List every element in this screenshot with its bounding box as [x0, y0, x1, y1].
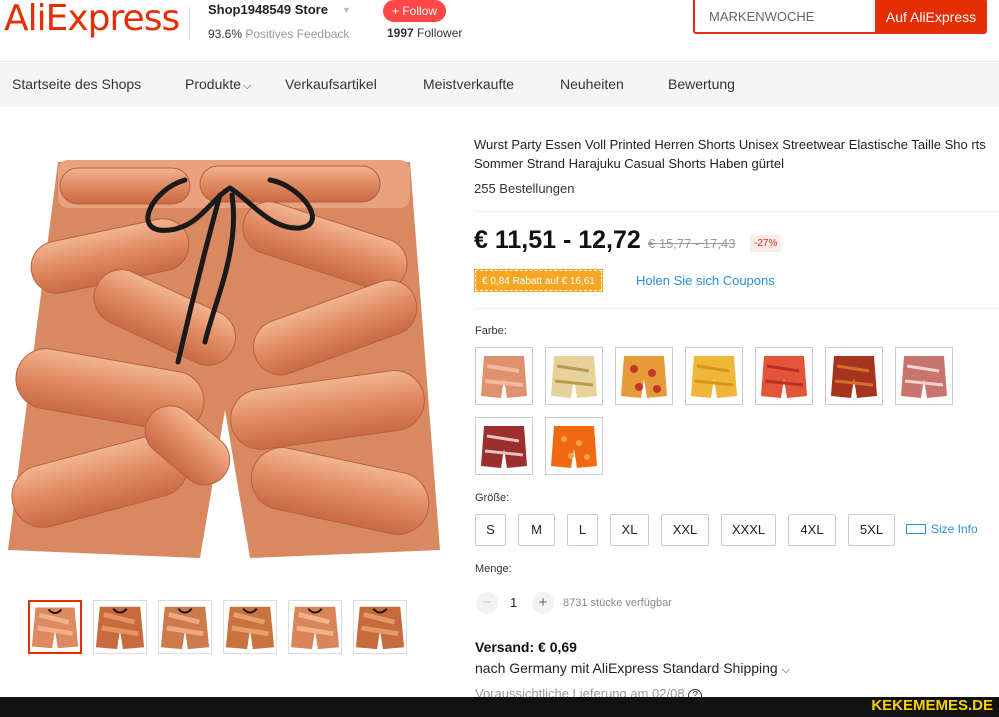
header-divider: [189, 6, 190, 40]
color-swatch[interactable]: [895, 347, 953, 405]
divider: [474, 308, 999, 309]
follow-button[interactable]: + Follow: [383, 0, 446, 22]
color-swatch[interactable]: [615, 347, 673, 405]
watermark: KEKEMEMES.DE: [871, 697, 993, 714]
size-option[interactable]: 5XL: [848, 514, 895, 546]
price-range: € 11,51 - 12,72: [474, 226, 641, 254]
watermark-bar: KEKEMEMES.DE: [0, 697, 999, 717]
size-option[interactable]: XL: [610, 514, 649, 546]
size-info-label: Size Info: [931, 522, 978, 536]
aliexpress-logo[interactable]: AliExpress: [4, 0, 180, 39]
search-button[interactable]: Auf AliExpress: [875, 0, 985, 32]
color-swatch[interactable]: [475, 347, 533, 405]
color-swatch[interactable]: [475, 417, 533, 475]
product-thumbnail[interactable]: [158, 600, 212, 654]
chevron-down-icon[interactable]: ▼: [342, 5, 351, 15]
product-thumbnail[interactable]: [288, 600, 342, 654]
followers-count: 1997: [387, 26, 414, 40]
nav-reviews[interactable]: Bewertung: [668, 76, 735, 92]
store-name[interactable]: Shop1948549 Store: [208, 2, 328, 17]
size-option[interactable]: L: [567, 514, 598, 546]
size-option[interactable]: S: [475, 514, 506, 546]
quantity-value[interactable]: 1: [510, 595, 517, 610]
product-thumbnail[interactable]: [223, 600, 277, 654]
product-thumbnail[interactable]: [93, 600, 147, 654]
size-option[interactable]: M: [518, 514, 555, 546]
search-input[interactable]: [695, 0, 875, 32]
product-thumbnail[interactable]: [353, 600, 407, 654]
followers: 1997 Follower: [387, 26, 462, 40]
stock-available: 8731 stücke verfügbar: [563, 597, 672, 609]
get-coupons-link[interactable]: Holen Sie sich Coupons: [636, 273, 775, 288]
quantity-increase-button[interactable]: +: [532, 592, 554, 614]
header: AliExpress Shop1948549 Store ▼ 93.6% Pos…: [0, 0, 999, 62]
product-thumbnail[interactable]: [28, 600, 82, 654]
feedback-label: Positives Feedback: [245, 27, 350, 41]
size-label: Größe:: [475, 492, 510, 504]
divider: [474, 211, 999, 212]
search-bar: Auf AliExpress: [693, 0, 987, 34]
store-feedback: 93.6% Positives Feedback: [208, 27, 349, 41]
nav-bestsellers[interactable]: Meistverkaufte: [423, 76, 514, 92]
shipping-method-label: nach Germany mit AliExpress Standard Shi…: [475, 660, 778, 676]
color-swatch[interactable]: [755, 347, 813, 405]
shipping-method-select[interactable]: nach Germany mit AliExpress Standard Shi…: [475, 660, 790, 677]
size-option[interactable]: XXL: [661, 514, 709, 546]
color-swatch[interactable]: [545, 347, 603, 405]
size-option[interactable]: 4XL: [788, 514, 836, 546]
store-nav: Startseite des Shops Produkte ⌵ Verkaufsa…: [0, 63, 999, 107]
color-swatch[interactable]: [685, 347, 743, 405]
followers-label: Follower: [417, 26, 463, 40]
feedback-value: 93.6%: [208, 27, 243, 41]
product-main-image[interactable]: [0, 140, 450, 570]
nav-sale-items[interactable]: Verkaufsartikel: [285, 76, 377, 92]
chevron-down-icon: ⌵: [243, 80, 252, 92]
quantity-decrease-button[interactable]: −: [476, 592, 498, 614]
size-info-link[interactable]: Size Info: [906, 522, 978, 536]
product-title: Wurst Party Essen Voll Printed Herren Sh…: [474, 137, 986, 171]
chevron-down-icon: ⌵: [781, 664, 790, 676]
nav-new-arrivals[interactable]: Neuheiten: [560, 76, 624, 92]
order-count: 255 Bestellungen: [474, 181, 575, 196]
original-price: € 15,77 - 17,43: [648, 236, 736, 251]
nav-store-home[interactable]: Startseite des Shops: [12, 76, 141, 92]
color-swatch[interactable]: [545, 417, 603, 475]
shipping-cost: Versand: € 0,69: [475, 639, 577, 655]
color-swatch[interactable]: [825, 347, 883, 405]
color-label: Farbe:: [475, 325, 507, 337]
nav-products[interactable]: Produkte ⌵: [185, 76, 251, 93]
coupon-tag[interactable]: € 0,84 Rabatt auf € 16,61: [474, 269, 603, 292]
discount-badge: -27%: [750, 235, 782, 252]
size-option[interactable]: XXXL: [721, 514, 776, 546]
nav-products-label: Produkte: [185, 76, 242, 92]
ruler-icon: [906, 524, 926, 534]
quantity-label: Menge:: [475, 563, 512, 575]
